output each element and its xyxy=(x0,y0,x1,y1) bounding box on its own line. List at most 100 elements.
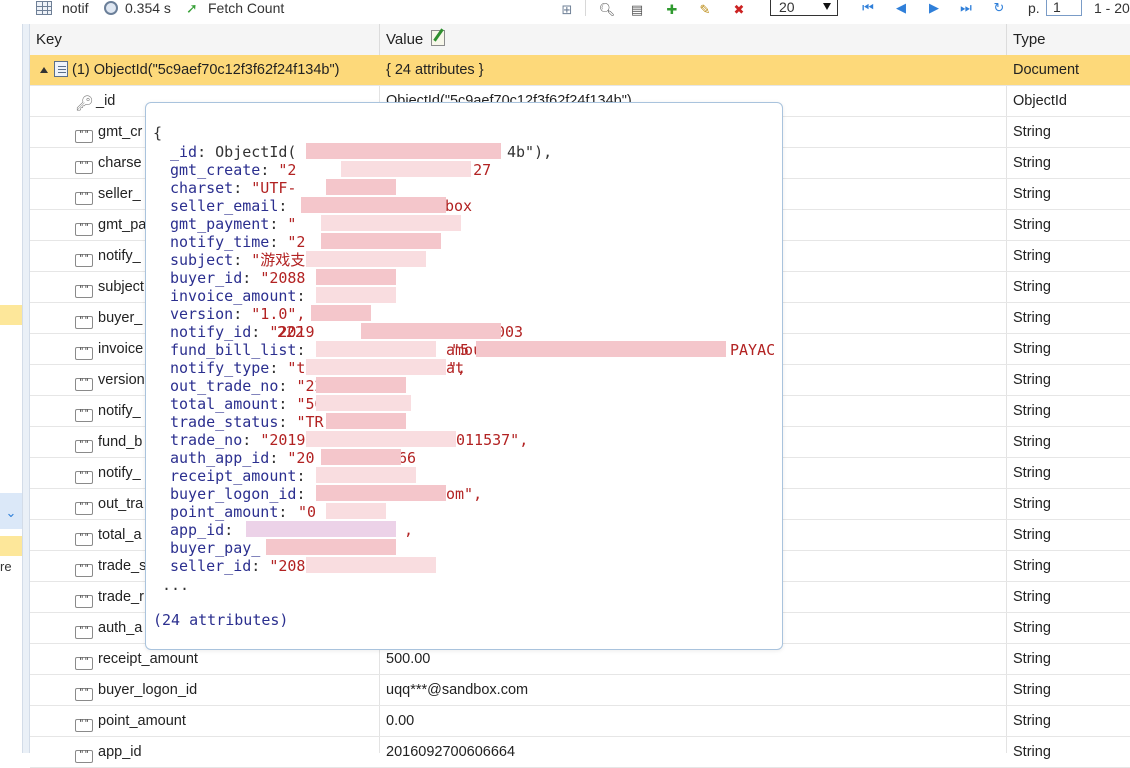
string-icon: "" xyxy=(75,130,93,143)
document-icon xyxy=(54,61,68,77)
popup-separator: : xyxy=(233,305,252,323)
left-panel-highlight xyxy=(0,536,22,556)
popup-field-name: buyer_pay_ xyxy=(170,539,261,557)
insert-document-button[interactable]: ✚ xyxy=(662,0,682,18)
field-row[interactable]: "" point_amount 0.00 String xyxy=(30,706,1130,737)
left-panel-highlight xyxy=(0,305,22,325)
field-key-text: trade_s xyxy=(98,558,147,574)
edit-value-icon xyxy=(431,30,446,46)
string-icon: "" xyxy=(75,533,93,546)
popup-field-name: invoice_amount xyxy=(170,287,297,305)
refresh-button[interactable]: ↻ xyxy=(991,0,1007,16)
fetch-count-button[interactable]: ➚ Fetch Count xyxy=(186,0,284,16)
popup-line: gmt_create: "2 xyxy=(170,161,296,179)
string-icon: "" xyxy=(75,626,93,639)
popup-field-name: notify_time xyxy=(170,233,270,251)
panel-splitter[interactable] xyxy=(22,24,30,753)
pencil-icon: ✎ xyxy=(699,1,711,17)
field-key-text: trade_r xyxy=(98,589,144,605)
popup-line: total_amount: "50 xyxy=(170,395,324,413)
popup-separator: : xyxy=(269,215,288,233)
popup-field-name: _id xyxy=(170,143,198,161)
redaction-block xyxy=(306,431,456,447)
column-header-value[interactable]: Value xyxy=(380,24,1007,55)
popup-field-value: "1.0", xyxy=(251,305,306,323)
document-preview-tooltip: { _id: ObjectId(4b"),gmt_create: "203-27… xyxy=(145,102,783,650)
popup-field-name: charset xyxy=(170,179,234,197)
first-page-button[interactable]: ⏮ xyxy=(860,0,876,16)
field-key-text: buyer_ xyxy=(98,310,143,326)
find-button[interactable]: 🔍︎ xyxy=(597,0,617,18)
redaction-block xyxy=(326,503,386,519)
tree-view-button[interactable]: ⊞ xyxy=(557,0,577,18)
delete-document-button[interactable]: ✖ xyxy=(729,0,749,18)
field-key-text: seller_ xyxy=(98,186,141,202)
field-type-cell: String xyxy=(1013,186,1051,202)
popup-separator: : xyxy=(242,431,261,449)
field-type-cell: String xyxy=(1013,589,1051,605)
popup-ellipsis: ... xyxy=(162,576,190,594)
field-type-cell: String xyxy=(1013,620,1051,636)
redaction-block xyxy=(306,557,436,573)
field-key-text: fund_b xyxy=(98,434,143,450)
popup-open-brace: { xyxy=(153,124,163,142)
field-key-text: auth_a xyxy=(98,620,143,636)
column-header-key-label: Key xyxy=(36,31,62,48)
prev-page-icon: ◀ xyxy=(896,0,906,15)
collection-name: notif xyxy=(62,0,89,16)
popup-line: out_trade_no: "22 xyxy=(170,377,324,395)
column-header-value-label: Value xyxy=(386,31,424,48)
popup-field-name: gmt_create xyxy=(170,161,261,179)
popup-value-fragment: 011537", xyxy=(456,431,529,449)
page-number-input[interactable]: 1 xyxy=(1046,0,1082,16)
page-size-value: 20 xyxy=(779,0,795,15)
last-page-button[interactable]: ⏭ xyxy=(958,0,974,16)
column-header-key[interactable]: Key xyxy=(30,24,380,55)
popup-line: receipt_amount: xyxy=(170,467,315,485)
left-panel-text: re xyxy=(0,559,12,574)
redaction-block xyxy=(321,449,401,465)
view-document-button[interactable]: ▤ xyxy=(627,0,647,18)
redaction-block xyxy=(316,269,396,285)
field-row[interactable]: "" buyer_logon_id uqq***@sandbox.com String xyxy=(30,675,1130,706)
popup-line: notify_type: "tra xyxy=(170,359,324,377)
popup-footer: (24 attributes) xyxy=(153,611,289,629)
magnifier-icon: 🔍︎ xyxy=(598,1,616,17)
redaction-block xyxy=(316,485,446,501)
popup-separator: : xyxy=(278,413,297,431)
redaction-block xyxy=(326,413,406,429)
field-type-cell: String xyxy=(1013,527,1051,543)
next-page-button[interactable]: ▶ xyxy=(926,0,942,16)
popup-field-value: "2 xyxy=(287,233,306,251)
field-key-text: notify_ xyxy=(98,465,141,481)
column-header-type[interactable]: Type xyxy=(1007,24,1130,55)
page-size-select[interactable]: 20 xyxy=(770,0,838,16)
popup-separator: : xyxy=(251,323,270,341)
popup-separator: : xyxy=(233,179,252,197)
popup-field-value: " xyxy=(287,215,297,233)
field-key-cell: "" buyer_logon_id xyxy=(30,675,424,705)
edit-document-button[interactable]: ✎ xyxy=(695,0,715,18)
string-icon: "" xyxy=(75,719,93,732)
redaction-block xyxy=(306,359,446,375)
expand-panel-button[interactable]: ⌄ xyxy=(0,493,22,529)
field-type-cell: String xyxy=(1013,744,1051,760)
document-row[interactable]: (1) ObjectId("5c9aef70c12f3f62f24f134b")… xyxy=(30,55,1130,86)
field-type-cell: String xyxy=(1013,496,1051,512)
field-key-text: version xyxy=(98,372,145,388)
redaction-block xyxy=(311,305,371,321)
field-type-cell: String xyxy=(1013,124,1051,140)
field-key-text: buyer_logon_id xyxy=(98,682,198,698)
field-key-text: _id xyxy=(96,93,116,109)
popup-separator: : xyxy=(296,467,315,485)
chevron-down-icon xyxy=(823,3,831,10)
collapse-triangle-icon[interactable] xyxy=(40,67,48,73)
field-key-text: receipt_amount xyxy=(98,651,198,667)
popup-field-name: app_id xyxy=(170,521,225,539)
document-value-cell: { 24 attributes } xyxy=(386,62,484,78)
field-value-cell: 2016092700606664 xyxy=(386,744,516,760)
prev-page-button[interactable]: ◀ xyxy=(893,0,909,16)
redaction-block xyxy=(326,179,396,195)
popup-line: subject: "游戏支 xyxy=(170,251,305,269)
popup-line: auth_app_id: "20 xyxy=(170,449,315,467)
